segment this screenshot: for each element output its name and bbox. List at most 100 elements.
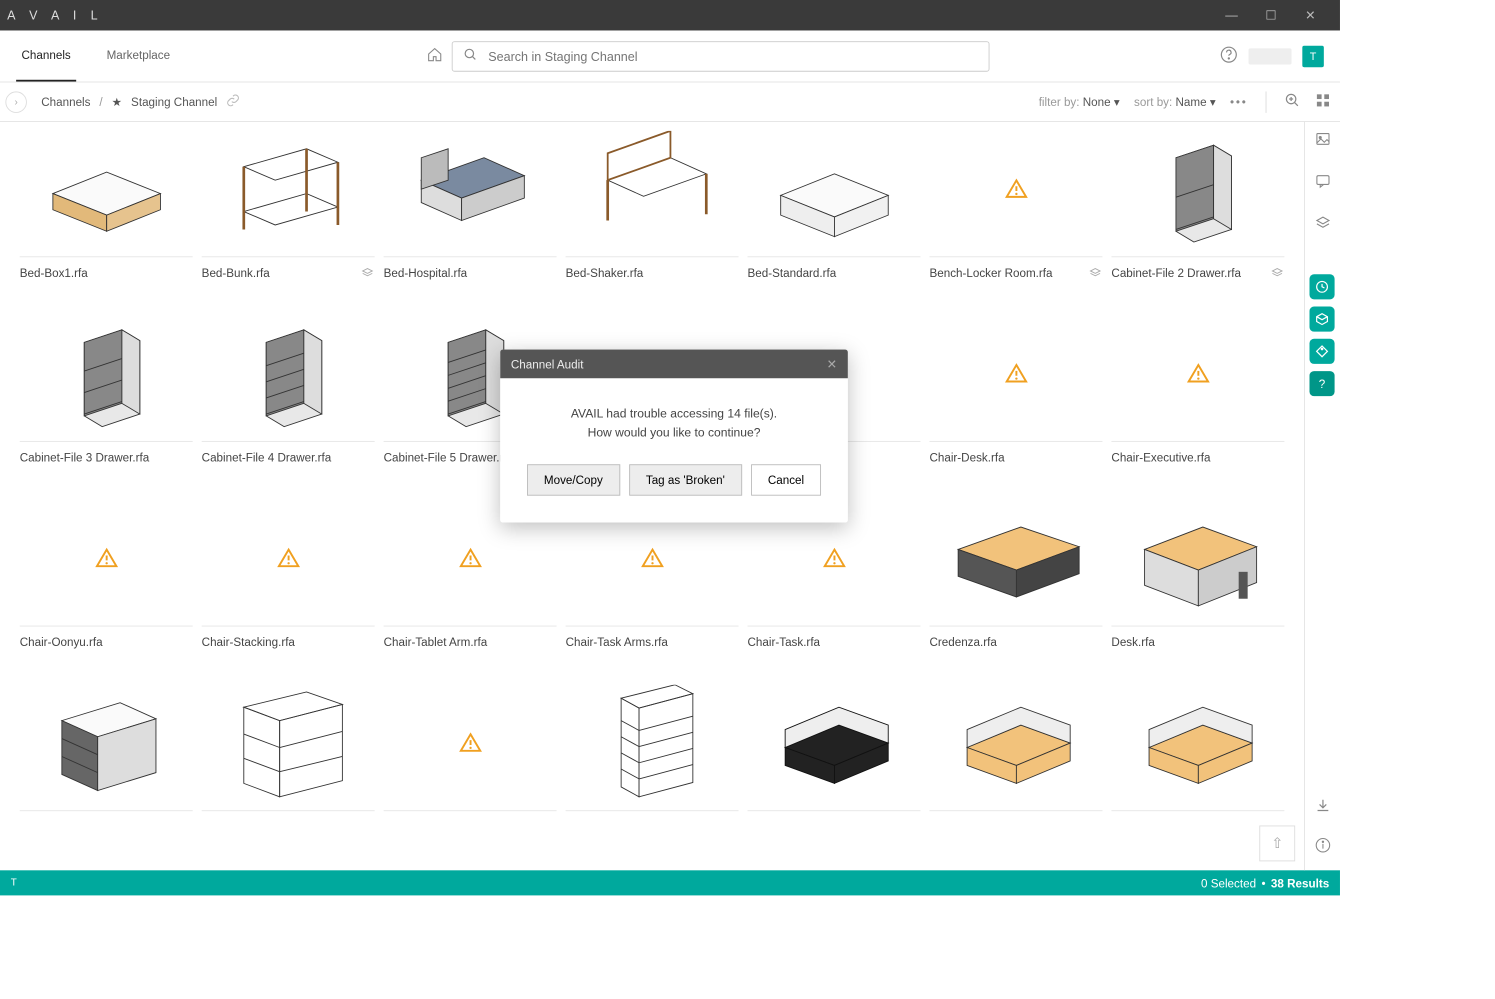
search-bar[interactable]: [452, 41, 990, 71]
preview-panel-icon[interactable]: [1314, 131, 1330, 150]
tile-thumbnail: [202, 676, 375, 810]
grid-tile[interactable]: Bed-Shaker.rfa: [566, 122, 739, 307]
tile-meta: [748, 810, 921, 847]
download-icon[interactable]: [1314, 798, 1330, 817]
user-name-placeholder: [1249, 48, 1292, 64]
tile-thumbnail: [1111, 491, 1284, 625]
tile-thumbnail: [929, 676, 1102, 810]
grid-tile[interactable]: Cabinet-File 3 Drawer.rfa: [20, 307, 193, 492]
tile-thumbnail: [202, 122, 375, 256]
tile-thumbnail: [202, 491, 375, 625]
grid-tile[interactable]: Bed-Hospital.rfa: [384, 122, 557, 307]
cancel-button[interactable]: Cancel: [751, 464, 821, 495]
tile-meta: [20, 810, 193, 847]
user-avatar[interactable]: T: [1302, 45, 1324, 67]
grid-tile[interactable]: Cabinet-File 2 Drawer.rfa: [1111, 122, 1284, 307]
breadcrumb-root[interactable]: Channels: [41, 95, 90, 108]
grid-tile[interactable]: [202, 676, 375, 847]
search-input[interactable]: [486, 48, 977, 64]
grid-view-icon[interactable]: [1315, 92, 1331, 111]
tile-thumbnail: [929, 307, 1102, 441]
tile-thumbnail: [202, 307, 375, 441]
filter-dropdown[interactable]: None ▾: [1083, 95, 1120, 108]
tile-meta: Desk.rfa: [1111, 626, 1284, 676]
channel-audit-modal: Channel Audit ✕ AVAIL had trouble access…: [500, 350, 848, 523]
tile-meta: Bed-Standard.rfa: [748, 256, 921, 306]
tile-meta: Bed-Hospital.rfa: [384, 256, 557, 306]
tile-meta: Cabinet-File 4 Drawer.rfa: [202, 441, 375, 491]
grid-tile[interactable]: Bed-Bunk.rfa: [202, 122, 375, 307]
tile-thumbnail: [1111, 307, 1284, 441]
tile-label: Credenza.rfa: [929, 635, 996, 648]
grid-tile[interactable]: Chair-Oonyu.rfa: [20, 491, 193, 676]
grid-tile[interactable]: Chair-Stacking.rfa: [202, 491, 375, 676]
star-icon[interactable]: ★: [112, 95, 122, 109]
rail-badge-help[interactable]: ?: [1309, 371, 1334, 396]
chevron-down-icon: ▾: [1114, 95, 1120, 108]
nav-tab-label: Channels: [22, 48, 71, 61]
window-minimize-button[interactable]: —: [1214, 0, 1253, 30]
tile-label: Chair-Task.rfa: [748, 635, 821, 648]
tile-thumbnail: [1111, 676, 1284, 810]
tile-thumbnail: [384, 122, 557, 256]
expand-sidebar-button[interactable]: ›: [5, 91, 27, 113]
grid-tile[interactable]: [748, 676, 921, 847]
tile-label: Chair-Desk.rfa: [929, 451, 1004, 464]
comments-panel-icon[interactable]: [1314, 173, 1330, 192]
nav-tab-label: Marketplace: [107, 48, 170, 61]
tile-thumbnail: [748, 676, 921, 810]
grid-tile[interactable]: [384, 676, 557, 847]
info-icon[interactable]: [1314, 837, 1330, 856]
tile-label: Bed-Bunk.rfa: [202, 266, 270, 279]
tile-meta: [384, 810, 557, 847]
grid-tile[interactable]: Bed-Box1.rfa: [20, 122, 193, 307]
grid-tile[interactable]: Cabinet-File 4 Drawer.rfa: [202, 307, 375, 492]
tile-label: Bed-Shaker.rfa: [566, 266, 644, 279]
tile-meta: Chair-Stacking.rfa: [202, 626, 375, 676]
zoom-icon[interactable]: [1284, 92, 1300, 111]
layers-panel-icon[interactable]: [1314, 215, 1330, 234]
right-rail: ?: [1304, 122, 1340, 870]
tile-meta: Chair-Executive.rfa: [1111, 441, 1284, 491]
window-titlebar: A V A I L — ☐ ✕: [0, 0, 1340, 30]
grid-tile[interactable]: Credenza.rfa: [929, 491, 1102, 676]
rail-badge-clock[interactable]: [1309, 274, 1334, 299]
grid-tile[interactable]: Bed-Standard.rfa: [748, 122, 921, 307]
chevron-down-icon: ▾: [1210, 95, 1216, 108]
sort-label: sort by:: [1134, 95, 1172, 108]
rail-badge-tag[interactable]: [1309, 339, 1334, 364]
help-icon[interactable]: [1220, 46, 1238, 67]
window-maximize-button[interactable]: ☐: [1254, 0, 1293, 30]
rail-badge-box[interactable]: [1309, 307, 1334, 332]
tile-meta: Chair-Task.rfa: [748, 626, 921, 676]
scroll-top-button[interactable]: ⇧: [1259, 825, 1295, 861]
layers-icon[interactable]: [1270, 266, 1284, 283]
modal-close-button[interactable]: ✕: [827, 356, 838, 371]
window-close-button[interactable]: ✕: [1293, 0, 1332, 30]
grid-tile[interactable]: [1111, 676, 1284, 847]
tile-label: Chair-Stacking.rfa: [202, 635, 295, 648]
sort-dropdown[interactable]: Name ▾: [1175, 95, 1215, 108]
link-icon[interactable]: [226, 93, 240, 110]
grid-tile[interactable]: Desk.rfa: [1111, 491, 1284, 676]
grid-tile[interactable]: [20, 676, 193, 847]
grid-tile[interactable]: [566, 676, 739, 847]
modal-message-2: How would you like to continue?: [518, 426, 830, 439]
more-options-button[interactable]: •••: [1230, 95, 1248, 108]
grid-tile[interactable]: [929, 676, 1102, 847]
grid-tile[interactable]: Chair-Desk.rfa: [929, 307, 1102, 492]
move-copy-button[interactable]: Move/Copy: [527, 464, 620, 495]
tag-broken-button[interactable]: Tag as 'Broken': [629, 464, 742, 495]
tile-label: Bed-Box1.rfa: [20, 266, 88, 279]
grid-tile[interactable]: Chair-Executive.rfa: [1111, 307, 1284, 492]
tile-meta: [566, 810, 739, 847]
grid-tile[interactable]: Bench-Locker Room.rfa: [929, 122, 1102, 307]
nav-tab-marketplace[interactable]: Marketplace: [101, 30, 175, 81]
nav-tab-channels[interactable]: Channels: [16, 30, 76, 81]
layers-icon[interactable]: [1088, 266, 1102, 283]
tile-label: Bed-Standard.rfa: [748, 266, 837, 279]
tile-thumbnail: [566, 122, 739, 256]
home-icon[interactable]: [426, 47, 442, 66]
layers-icon[interactable]: [360, 266, 374, 283]
tile-meta: Chair-Task Arms.rfa: [566, 626, 739, 676]
